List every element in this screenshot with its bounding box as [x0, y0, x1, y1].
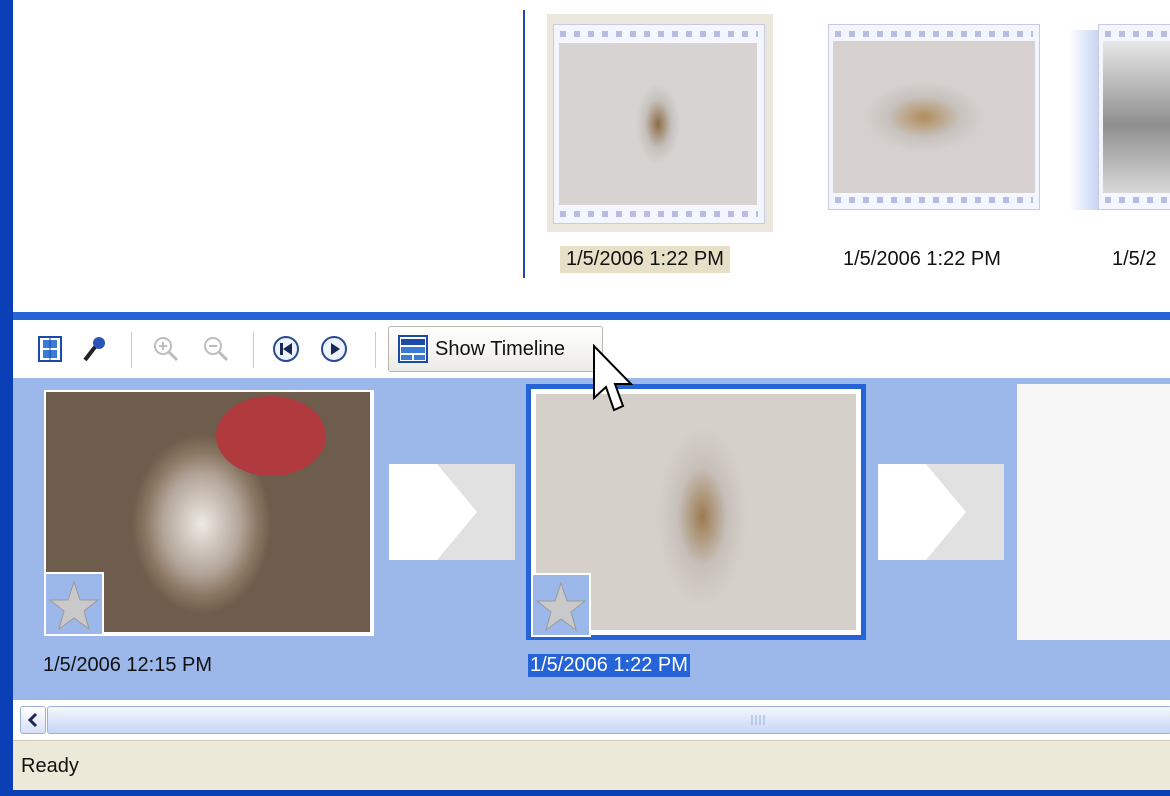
collection-item-label: 1/5/2006 1:22 PM — [843, 248, 1001, 270]
pane-separator[interactable] — [13, 312, 1170, 320]
zoom-out-icon[interactable] — [201, 334, 231, 364]
storyboard-view-icon[interactable] — [35, 334, 65, 364]
pillow — [216, 396, 326, 476]
video-effect-star-icon — [44, 572, 104, 636]
toolbar-separator — [253, 332, 254, 368]
clip-label: 1/5/2006 12:15 PM — [43, 654, 213, 676]
pane-divider[interactable] — [523, 10, 525, 278]
film-perforation — [835, 197, 1033, 203]
storyboard-clip[interactable] — [44, 390, 374, 636]
film-frame — [553, 24, 765, 224]
storyboard-clip[interactable] — [526, 384, 866, 640]
toolbar-separator — [375, 332, 376, 368]
storyboard-scrollbar[interactable] — [13, 700, 1170, 740]
clip-label: 1/5/2006 1:22 PM — [528, 654, 690, 677]
chevron-left-icon — [27, 712, 38, 728]
film-perforation — [835, 31, 1033, 37]
rewind-icon[interactable] — [271, 334, 301, 364]
film-perforation — [560, 31, 758, 37]
grip-icon — [751, 715, 765, 725]
scroll-left-button[interactable] — [20, 706, 46, 734]
film-perforation — [1105, 197, 1170, 203]
transition-slot[interactable] — [389, 464, 515, 560]
narrate-microphone-icon[interactable] — [79, 334, 109, 364]
status-text: Ready — [21, 755, 79, 777]
film-perforation — [1105, 31, 1170, 37]
window-bottom-border — [0, 790, 1170, 796]
scroll-thumb[interactable] — [47, 706, 1170, 734]
show-timeline-label: Show Timeline — [435, 338, 566, 360]
transition-arrow-icon — [926, 464, 1004, 560]
film-frame[interactable] — [1098, 24, 1170, 210]
thumbnail-photo — [559, 43, 757, 205]
show-timeline-button[interactable]: Show Timeline — [388, 326, 603, 372]
status-bar: Ready — [13, 740, 1170, 791]
timeline-icon — [397, 333, 429, 370]
collection-item[interactable] — [547, 14, 773, 232]
mouse-cursor-icon — [592, 343, 638, 421]
toolbar-separator — [131, 332, 132, 368]
window-left-border — [0, 0, 13, 796]
empty-clip-slot[interactable] — [1017, 384, 1170, 640]
film-perforation — [560, 211, 758, 217]
film-frame[interactable] — [828, 24, 1040, 210]
transition-arrow-icon — [437, 464, 515, 560]
transition-glow — [1068, 30, 1098, 210]
transition-slot[interactable] — [878, 464, 1004, 560]
zoom-in-icon[interactable] — [151, 334, 181, 364]
play-icon[interactable] — [319, 334, 349, 364]
collection-item-label: 1/5/2006 1:22 PM — [560, 246, 730, 273]
storyboard: 1/5/2006 12:15 PM 1/5/2006 1:22 PM — [13, 378, 1170, 700]
collection-item-label: 1/5/2 — [1112, 248, 1157, 270]
thumbnail-photo — [833, 41, 1035, 193]
video-effect-star-icon — [531, 573, 591, 637]
thumbnail-photo — [1103, 41, 1170, 193]
